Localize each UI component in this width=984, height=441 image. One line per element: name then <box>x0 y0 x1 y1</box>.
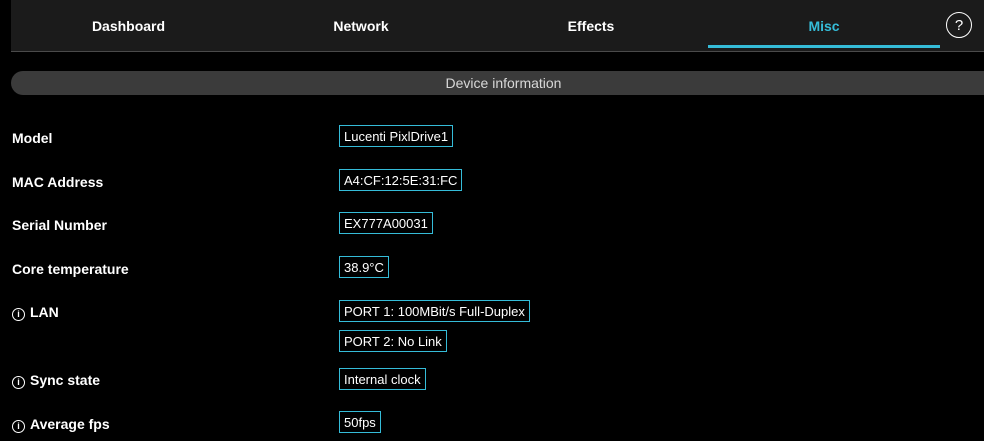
sync-state-label-row: i Sync state <box>12 372 100 389</box>
core-temperature-value: 38.9°C <box>339 256 389 278</box>
serial-number-label: Serial Number <box>12 217 107 233</box>
core-temperature-label: Core temperature <box>12 261 129 277</box>
info-icon[interactable]: i <box>12 308 25 321</box>
tab-effects[interactable]: Effects <box>476 0 706 51</box>
lan-port2-value: PORT 2: No Link <box>339 330 447 352</box>
sync-state-value: Internal clock <box>339 368 426 390</box>
lan-label-row: i LAN <box>12 304 59 321</box>
tab-misc[interactable]: Misc <box>708 0 940 51</box>
top-nav-bar: Dashboard Network Effects Misc <box>11 0 984 52</box>
lan-port1-value: PORT 1: 100MBit/s Full-Duplex <box>339 300 530 322</box>
help-button[interactable]: ? <box>946 12 972 38</box>
tab-misc-label: Misc <box>808 17 840 34</box>
sync-state-label: Sync state <box>30 372 101 388</box>
tab-dashboard[interactable]: Dashboard <box>11 0 246 51</box>
lan-label: LAN <box>30 304 59 320</box>
mac-address-value: A4:CF:12:5E:31:FC <box>339 169 463 191</box>
serial-number-value: EX777A00031 <box>339 212 433 234</box>
section-title: Device information <box>445 75 562 91</box>
active-tab-underline <box>708 45 940 48</box>
model-value: Lucenti PixlDrive1 <box>339 125 454 147</box>
tab-effects-label: Effects <box>567 17 615 34</box>
average-fps-label: Average fps <box>30 416 110 432</box>
info-icon[interactable]: i <box>12 420 25 433</box>
question-mark-icon: ? <box>954 16 964 34</box>
tab-dashboard-label: Dashboard <box>91 17 166 34</box>
tab-network-label: Network <box>333 17 389 34</box>
tab-network[interactable]: Network <box>246 0 476 51</box>
section-header-device-information: Device information <box>11 71 984 95</box>
model-label: Model <box>12 130 53 146</box>
average-fps-label-row: i Average fps <box>12 416 110 433</box>
info-icon[interactable]: i <box>12 376 25 389</box>
mac-address-label: MAC Address <box>12 174 104 190</box>
average-fps-value: 50fps <box>339 411 381 433</box>
